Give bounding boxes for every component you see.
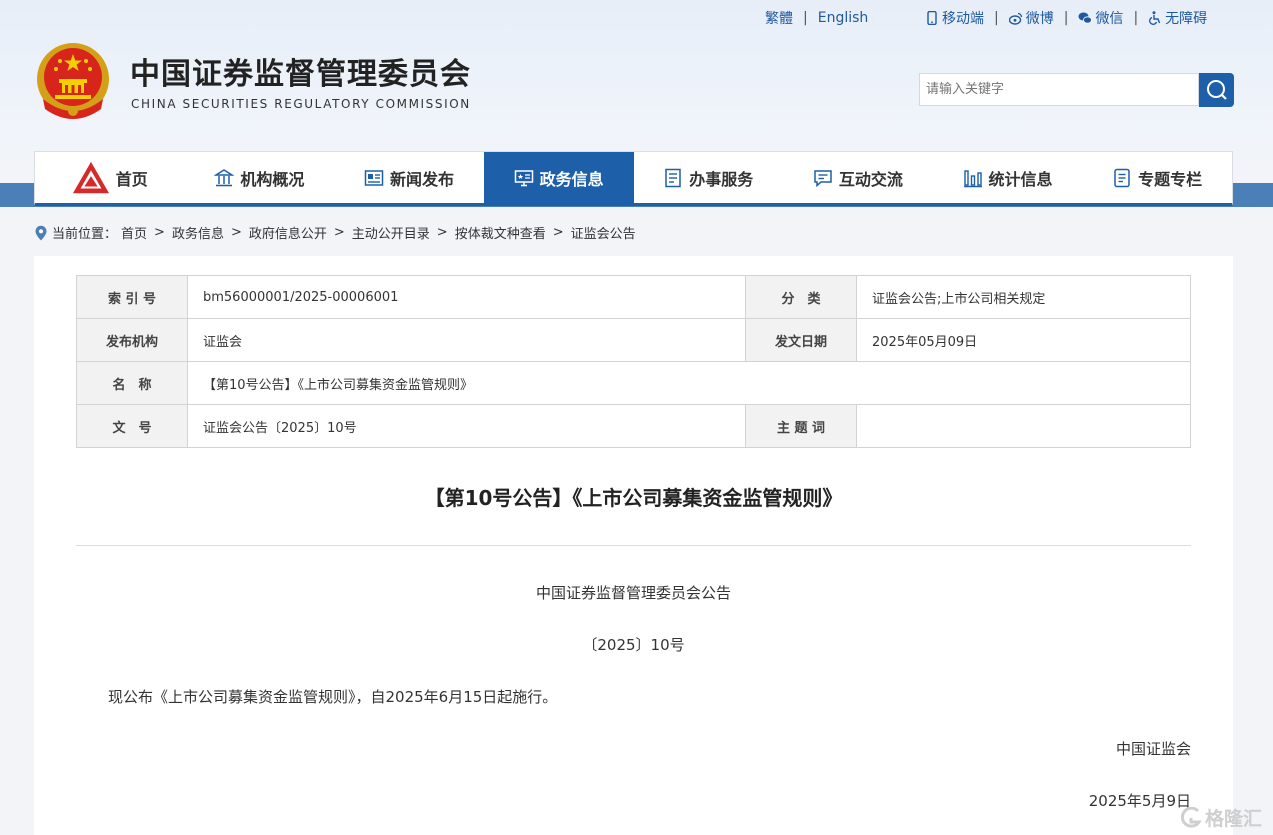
weibo-label: 微博	[1025, 11, 1054, 27]
nav-label: 新闻发布	[390, 169, 455, 189]
issuer-value: 证监会	[187, 318, 746, 362]
nav-item-service[interactable]: 办事服务	[634, 152, 784, 203]
docno-label: 文 号	[76, 404, 188, 448]
breadcrumb-separator: >	[333, 225, 345, 240]
national-emblem-logo[interactable]	[33, 39, 113, 123]
separator: |	[1063, 10, 1069, 26]
nav-item-topics[interactable]: 专题专栏	[1082, 152, 1232, 203]
breadcrumb-separator: >	[552, 225, 564, 240]
breadcrumb-item-announcements[interactable]: 证监会公告	[571, 223, 636, 242]
service-icon	[665, 168, 682, 187]
mobile-label: 移动端	[942, 11, 984, 27]
breadcrumb-separator: >	[154, 225, 165, 240]
wechat-link[interactable]: 微信	[1078, 8, 1123, 28]
document-title: 【第10号公告】《上市公司募集资金监管规则》	[424, 486, 843, 510]
separator: |	[994, 10, 999, 26]
name-value: 【第10号公告】《上市公司募集资金监管规则》	[187, 361, 1191, 405]
nav-item-gov-info[interactable]: 政务信息	[483, 152, 634, 203]
document-date: 2025年5月9日	[1088, 792, 1191, 810]
wechat-label: 微信	[1095, 11, 1124, 27]
document-body: 现公布《上市公司募集资金监管规则》，自2025年6月15日起施行。	[108, 688, 558, 706]
accessibility-label: 无障碍	[1165, 11, 1208, 27]
weibo-link[interactable]: 微博	[1008, 8, 1054, 28]
weibo-icon	[1008, 12, 1022, 25]
date-value: 2025年05月09日	[856, 318, 1191, 362]
docno-value: 证监会公告〔2025〕10号	[187, 404, 746, 448]
keyword-label: 主 题 词	[745, 404, 857, 448]
nav-label: 机构概况	[240, 169, 305, 189]
chart-icon	[963, 169, 982, 187]
breadcrumb-item-home[interactable]: 首页	[121, 223, 147, 242]
news-icon	[364, 169, 384, 186]
category-value: 证监会公告;上市公司相关规定	[856, 275, 1191, 319]
breadcrumb-item-disclosure[interactable]: 政府信息公开	[249, 223, 327, 242]
topic-icon	[1114, 168, 1130, 187]
date-label: 发文日期	[745, 318, 857, 362]
accessibility-link[interactable]: 无障碍	[1148, 8, 1207, 28]
document-heading: 中国证券监督管理委员会公告	[535, 584, 731, 602]
watermark-logo-icon	[1180, 806, 1202, 828]
search-button[interactable]	[1199, 73, 1234, 107]
table-row: 文 号 证监会公告〔2025〕10号 主 题 词	[76, 404, 1191, 448]
issuer-label: 发布机构	[76, 318, 188, 362]
nav-label: 政务信息	[539, 169, 604, 189]
mobile-icon	[927, 11, 937, 25]
nav-label: 互动交流	[838, 169, 903, 189]
index-label: 索 引 号	[76, 275, 188, 319]
nav-label: 办事服务	[689, 169, 754, 189]
breadcrumb-item-gov-info[interactable]: 政务信息	[172, 223, 224, 242]
nav-item-home[interactable]: 首页	[35, 152, 185, 203]
nav-label: 统计信息	[988, 169, 1053, 189]
home-logo-icon	[72, 161, 109, 193]
search-icon	[1206, 80, 1227, 100]
site-title-en: CHINA SECURITIES REGULATORY COMMISSION	[131, 97, 471, 111]
gov-info-icon	[514, 169, 533, 186]
nav-item-institution[interactable]: 机构概况	[185, 152, 335, 203]
utility-links: 移动端 | 微博 | 微信 | 无障碍	[925, 8, 1207, 28]
wechat-icon	[1078, 12, 1093, 24]
breadcrumb-item-catalog[interactable]: 主动公开目录	[352, 223, 430, 242]
watermark-text: 格隆汇	[1205, 808, 1263, 830]
language-switcher: 繁體 | English	[765, 8, 868, 28]
chat-icon	[814, 169, 832, 187]
content-panel: 索 引 号 bm56000001/2025-00006001 分 类 证监会公告…	[34, 256, 1233, 835]
table-row: 索 引 号 bm56000001/2025-00006001 分 类 证监会公告…	[76, 275, 1191, 319]
title-divider	[76, 545, 1191, 546]
table-row: 名 称 【第10号公告】《上市公司募集资金监管规则》	[76, 361, 1191, 405]
breadcrumb-item-by-type[interactable]: 按体裁文种查看	[455, 223, 546, 242]
category-label: 分 类	[745, 275, 857, 319]
institution-icon	[214, 168, 235, 186]
separator: |	[803, 10, 808, 26]
nav-item-interaction[interactable]: 互动交流	[783, 152, 933, 203]
document-metadata-table: 索 引 号 bm56000001/2025-00006001 分 类 证监会公告…	[76, 275, 1191, 448]
watermark: 格隆汇	[1180, 804, 1262, 831]
breadcrumb-separator: >	[230, 225, 242, 240]
search-input[interactable]	[919, 73, 1199, 106]
lang-traditional-link[interactable]: 繁體	[765, 8, 793, 28]
keyword-value	[856, 404, 1191, 448]
lang-english-link[interactable]: English	[818, 10, 869, 26]
separator: |	[1133, 10, 1139, 26]
document-number: 〔2025〕10号	[582, 636, 685, 654]
breadcrumb-separator: >	[436, 225, 448, 240]
nav-label: 首页	[115, 169, 148, 189]
name-label: 名 称	[76, 361, 188, 405]
mobile-link[interactable]: 移动端	[925, 8, 984, 28]
breadcrumb: 当前位置： 首页 > 政务信息 > 政府信息公开 > 主动公开目录 > 按体裁文…	[34, 223, 636, 242]
document-signer: 中国证监会	[1115, 740, 1191, 758]
breadcrumb-prefix: 当前位置：	[52, 227, 118, 242]
index-value: bm56000001/2025-00006001	[187, 275, 746, 319]
location-pin-icon	[35, 225, 47, 240]
nav-item-statistics[interactable]: 统计信息	[933, 152, 1083, 203]
table-row: 发布机构 证监会 发文日期 2025年05月09日	[76, 318, 1191, 362]
main-nav: 首页 机构概况 新闻发布 政务信息 办事服务 互动交流 统计信息 专题专栏	[34, 151, 1233, 206]
accessibility-icon	[1149, 11, 1161, 25]
nav-label: 专题专栏	[1138, 169, 1203, 189]
nav-item-news[interactable]: 新闻发布	[334, 152, 484, 203]
site-title-cn: 中国证券监督管理委员会	[130, 57, 471, 92]
